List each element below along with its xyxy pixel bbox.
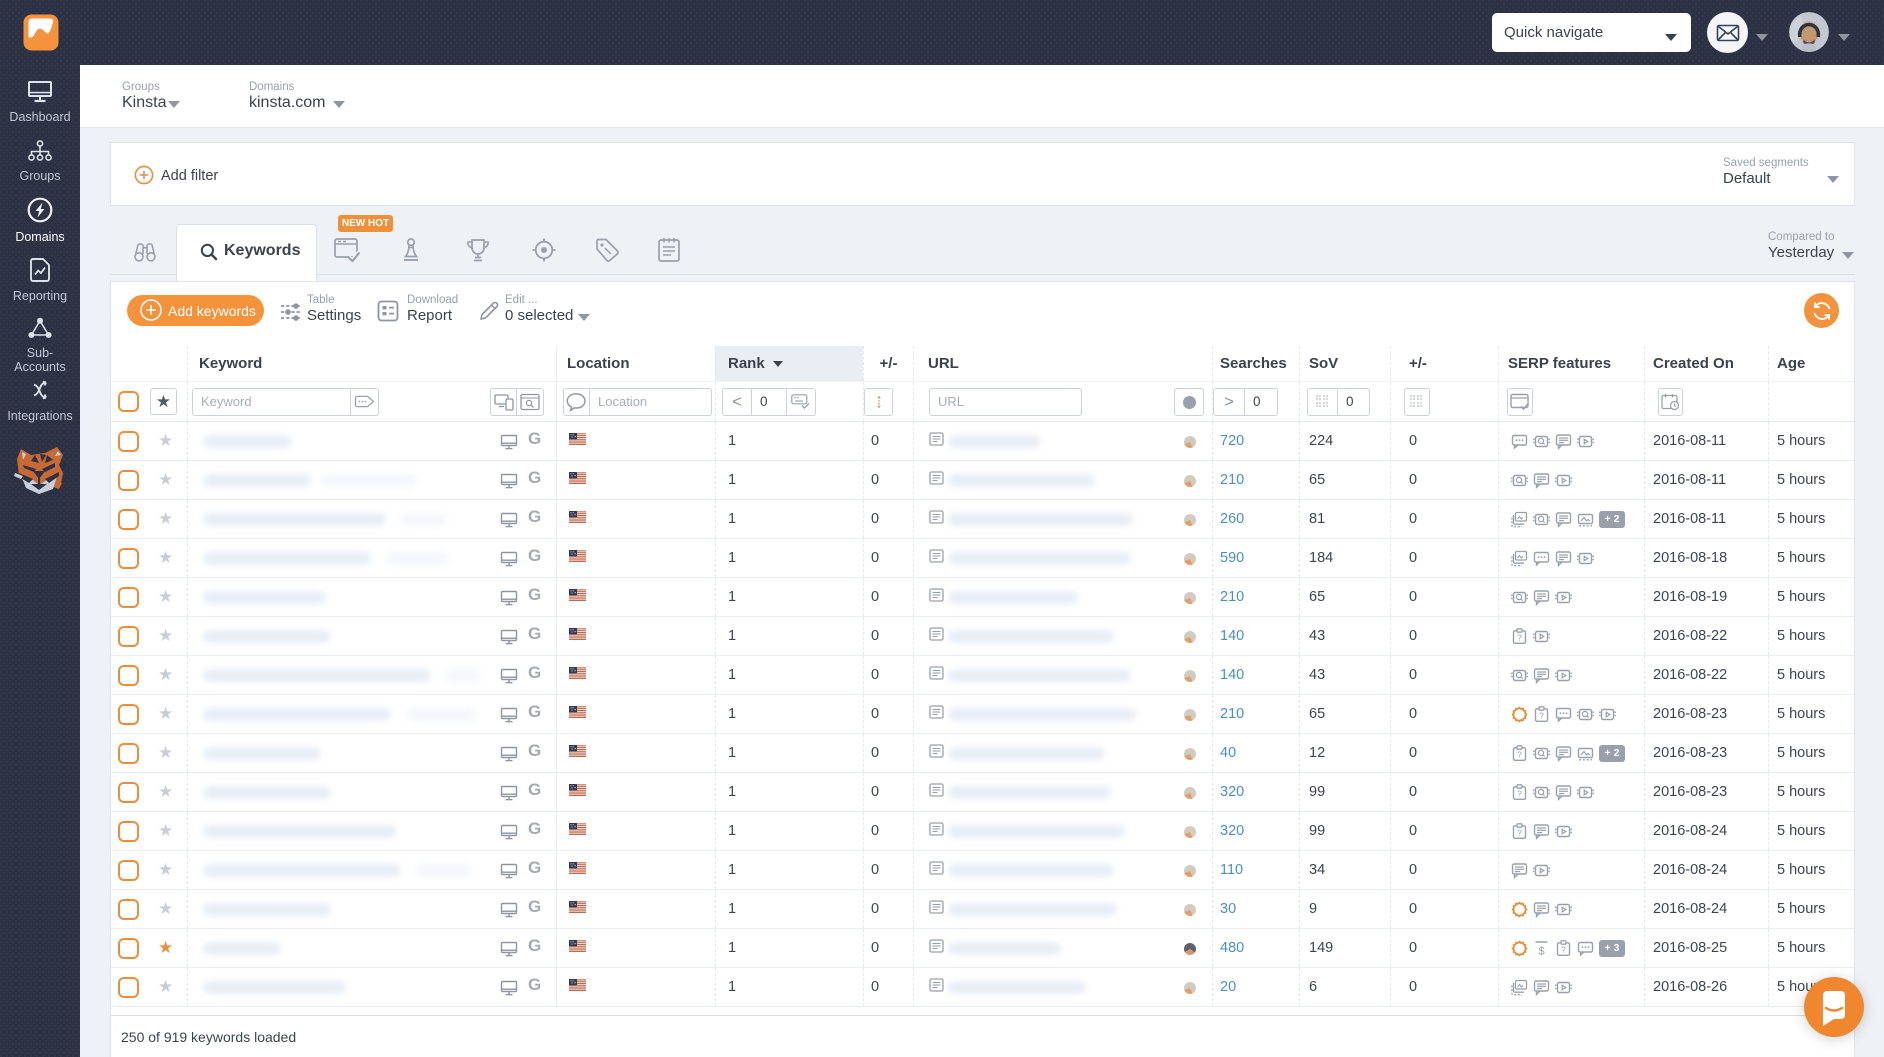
svg-text:$: $	[1538, 945, 1544, 957]
svg-text:?: ?	[1517, 827, 1522, 837]
svg-text:?: ?	[1539, 710, 1544, 720]
svg-text:?: ?	[1517, 632, 1522, 642]
svg-text:?: ?	[1517, 788, 1522, 798]
svg-text:?: ?	[1561, 944, 1566, 954]
svg-text:?: ?	[1517, 749, 1522, 759]
